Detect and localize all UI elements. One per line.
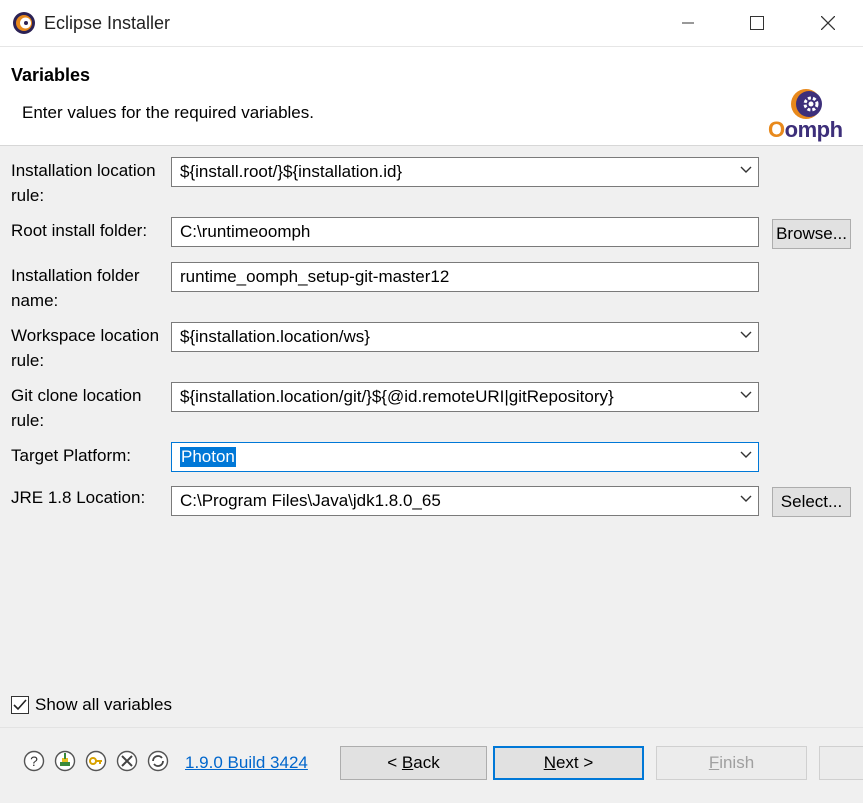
back-rest: ack [413,753,440,772]
jre-location-combo[interactable]: C:\Program Files\Java\jdk1.8.0_65 [171,486,759,516]
checkmark-icon [13,699,27,711]
minimize-icon [682,22,694,24]
installation-location-rule-combo[interactable]: ${install.root/}${installation.id} [171,157,759,187]
finish-rest: inish [719,753,755,772]
next-rest: ext > [555,753,594,772]
svg-text:?: ? [30,753,38,769]
update-icon[interactable] [147,750,169,772]
minimize-button[interactable] [653,0,723,46]
gear-icon [791,89,822,119]
close-icon [821,16,835,30]
next-button[interactable]: Next > [493,746,644,780]
tools-icon[interactable] [116,750,138,772]
label-git-clone-location-rule: Git clone location rule: [11,386,142,430]
window-title: Eclipse Installer [44,13,171,33]
chevron-down-icon [740,331,752,338]
chevron-down-icon [740,495,752,502]
combo-value: ${installation.location/git/}${@id.remot… [180,387,614,406]
show-all-variables-option[interactable]: Show all variables [11,693,172,717]
browse-button[interactable]: Browse... [772,219,851,249]
input-value: runtime_oomph_setup-git-master12 [180,267,450,286]
label-target-platform: Target Platform: [11,446,131,465]
git-clone-location-rule-combo[interactable]: ${installation.location/git/}${@id.remot… [171,382,759,412]
select-button[interactable]: Select... [772,487,851,517]
cancel-button [819,746,863,780]
bundle-pool-icon[interactable] [54,750,76,772]
label-installation-folder-name: Installation folder name: [11,266,140,310]
maximize-button[interactable] [722,0,792,46]
page-title: Variables [11,65,91,85]
page-header: Variables Enter values for the required … [0,47,863,146]
back-prefix: < [387,753,402,772]
combo-value: Photon [180,447,236,467]
eclipse-installer-icon [13,12,35,34]
show-all-variables-checkbox[interactable] [11,696,29,714]
combo-value: ${installation.location/ws} [180,327,370,346]
label-workspace-location-rule: Workspace location rule: [11,326,160,370]
root-install-folder-input[interactable]: C:\runtimeoomph [171,217,759,247]
version-link[interactable]: 1.9.0 Build 3424 [185,753,308,773]
maximize-icon [750,16,764,30]
show-all-variables-label: Show all variables [35,695,173,714]
back-mnemonic: B [401,753,414,772]
label-installation-location-rule: Installation location rule: [11,161,156,205]
chevron-down-icon [740,166,752,173]
finish-button: Finish [656,746,807,780]
chevron-down-icon [740,451,752,458]
label-root-install-folder: Root install folder: [11,221,148,240]
footer-divider [0,727,863,728]
label-jre-location: JRE 1.8 Location: [11,488,146,507]
back-button[interactable]: < Back [340,746,487,780]
combo-value: ${install.root/}${installation.id} [180,162,403,181]
installation-folder-name-input[interactable]: runtime_oomph_setup-git-master12 [171,262,759,292]
title-bar: Eclipse Installer [0,0,863,47]
combo-value: C:\Program Files\Java\jdk1.8.0_65 [180,491,441,510]
finish-mnemonic: F [708,753,720,772]
next-mnemonic: N [543,753,556,772]
key-icon[interactable] [85,750,107,772]
oomph-logo: Oomph [768,87,850,143]
workspace-location-rule-combo[interactable]: ${installation.location/ws} [171,322,759,352]
target-platform-combo[interactable]: Photon [171,442,759,472]
variables-form: Installation location rule: ${install.ro… [0,146,863,686]
chevron-down-icon [740,391,752,398]
input-value: C:\runtimeoomph [180,222,311,241]
page-description: Enter values for the required variables. [22,103,314,122]
close-button[interactable] [793,0,863,46]
help-icon[interactable]: ? [23,750,45,772]
